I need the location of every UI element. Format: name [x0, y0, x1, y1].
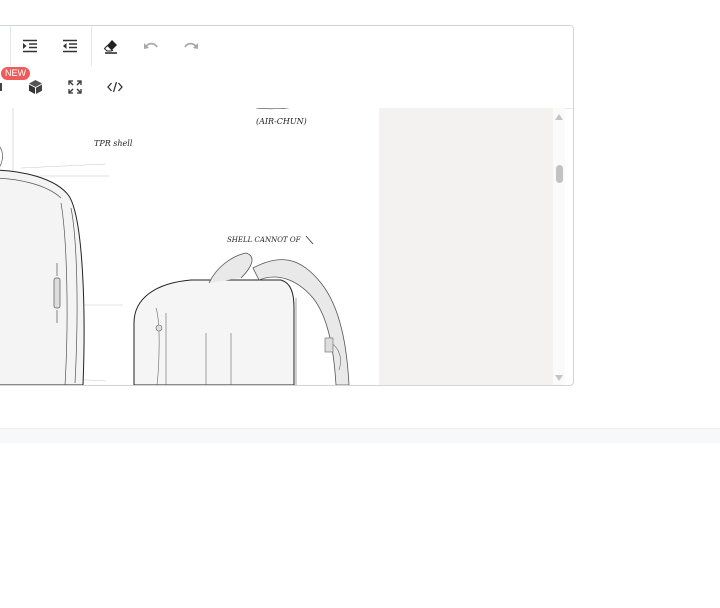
backpack-sketch-image: TPR shell (AIR-CHUN) SHELL CANNOT OF	[0, 108, 350, 385]
redo-button[interactable]	[178, 34, 204, 58]
editor-background-panel	[379, 108, 553, 385]
eraser-icon	[103, 39, 117, 54]
code-view-icon	[107, 81, 123, 93]
fullscreen-icon	[68, 80, 82, 94]
fullscreen-button[interactable]	[62, 75, 88, 99]
indent-button[interactable]	[17, 34, 43, 58]
cube-icon	[28, 80, 42, 94]
sketch-note-3: SHELL CANNOT OF	[227, 236, 302, 244]
partial-icon	[0, 83, 2, 91]
toolbar-row-insert	[0, 67, 573, 109]
page-divider	[0, 428, 720, 443]
clear-format-button[interactable]	[98, 34, 124, 58]
redo-icon	[184, 42, 198, 49]
sketch-note-2: (AIR-CHUN)	[256, 117, 307, 126]
vertical-scrollbar[interactable]	[553, 108, 565, 385]
editor-content[interactable]: TPR shell (AIR-CHUN) SHELL CANNOT OF	[0, 108, 565, 385]
new-badge: NEW	[1, 67, 30, 80]
undo-button[interactable]	[138, 34, 164, 58]
toolbar-separator	[10, 26, 11, 66]
sketch-note-1: TPR shell	[94, 139, 133, 148]
undo-icon	[144, 42, 158, 49]
toolbar-separator	[91, 26, 92, 66]
scroll-thumb[interactable]	[556, 165, 563, 183]
toolbar-row-formatting	[0, 26, 573, 68]
scroll-up-arrow-icon[interactable]	[555, 114, 563, 120]
code-view-button[interactable]	[102, 75, 128, 99]
outdent-icon	[63, 39, 77, 53]
indent-icon	[23, 39, 37, 53]
scroll-down-arrow-icon[interactable]	[555, 375, 563, 381]
rich-text-editor: NEW TPR shell (AIR-CHUN) SHELL CANNOT OF	[0, 25, 574, 386]
outdent-button[interactable]	[57, 34, 83, 58]
